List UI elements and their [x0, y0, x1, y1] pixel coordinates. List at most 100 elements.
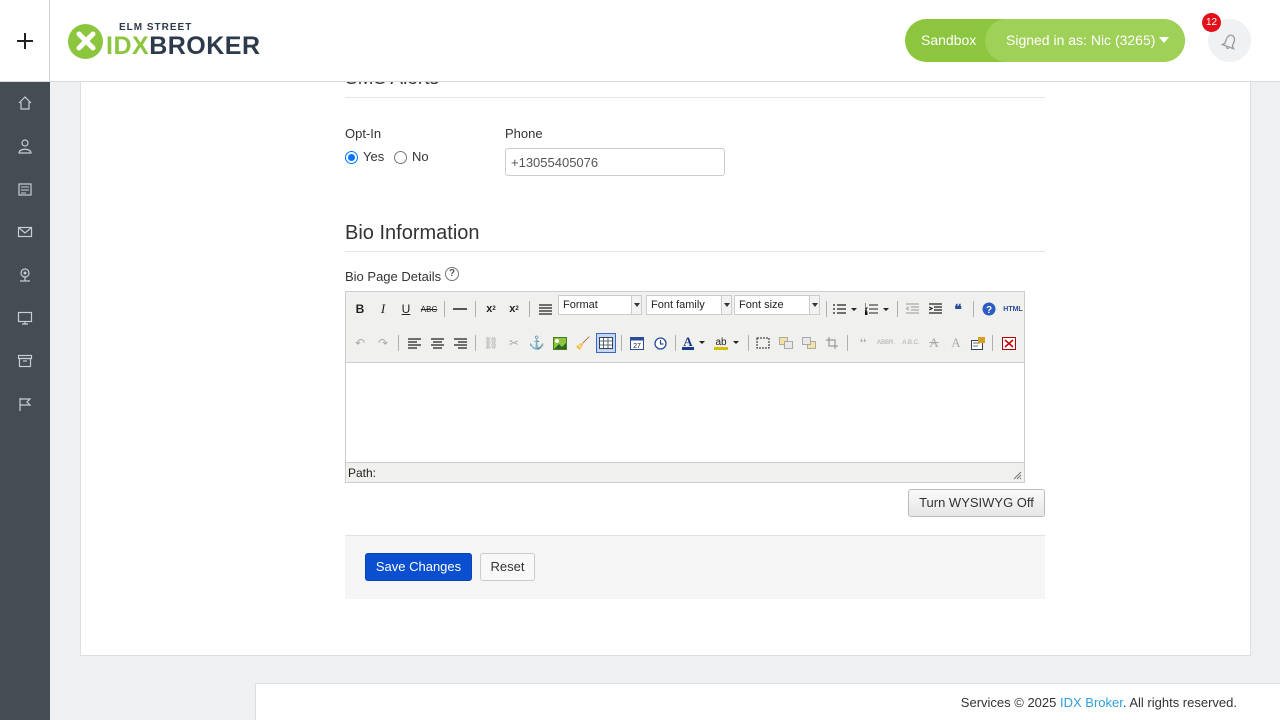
sidebar-item-mail[interactable]: [0, 217, 50, 247]
sidebar-item-home[interactable]: [0, 88, 50, 118]
sidebar-item-archive[interactable]: [0, 346, 50, 376]
redo-icon[interactable]: ↷: [373, 333, 393, 353]
font-family-select-label: Font family: [651, 299, 705, 311]
bold-icon[interactable]: B: [350, 299, 370, 319]
deletion-icon[interactable]: A: [924, 333, 944, 353]
cleanup-icon[interactable]: 🧹: [573, 333, 593, 353]
reset-button[interactable]: Reset: [480, 553, 535, 581]
notification-badge: 12: [1202, 13, 1221, 32]
link-icon[interactable]: ⛓: [481, 333, 501, 353]
phone-label: Phone: [505, 126, 543, 141]
undo-icon[interactable]: ↶: [350, 333, 370, 353]
align-center-icon[interactable]: [427, 333, 447, 353]
flag-icon: [19, 398, 32, 411]
absolute-position-icon[interactable]: [822, 333, 842, 353]
toolbar-separator: [675, 335, 676, 351]
move-forward-icon[interactable]: [776, 333, 796, 353]
italic-icon[interactable]: I: [373, 299, 393, 319]
bell-icon: [1220, 34, 1235, 50]
attributes-icon[interactable]: [968, 333, 988, 353]
page-footer: Services © 2025 IDX Broker. All rights r…: [255, 683, 1280, 720]
format-select[interactable]: Format: [558, 295, 642, 315]
bio-page-details-label: Bio Page Details: [345, 269, 442, 284]
align-right-icon[interactable]: [450, 333, 470, 353]
sidebar-item-users[interactable]: [0, 131, 50, 161]
superscript-icon[interactable]: x2: [504, 299, 524, 319]
account-dropdown[interactable]: Signed in as: Nic (3265): [985, 19, 1185, 62]
idx-broker-logo[interactable]: ELM STREET IDXBROKER: [68, 22, 261, 60]
opt-in-yes-radio[interactable]: [345, 151, 358, 164]
listings-icon: [18, 183, 32, 196]
toolbar-separator: [621, 335, 622, 351]
idx-broker-link[interactable]: IDX Broker: [1060, 695, 1123, 710]
opt-in-no-label[interactable]: No: [412, 149, 429, 164]
help-icon[interactable]: ?: [445, 267, 459, 281]
font-family-select[interactable]: Font family: [646, 295, 732, 315]
add-button[interactable]: [0, 0, 50, 82]
opt-in-label: Opt-In: [345, 126, 382, 141]
sidebar-item-map[interactable]: [0, 260, 50, 290]
insert-date-icon[interactable]: 27: [627, 333, 647, 353]
sidebar-item-website[interactable]: [0, 303, 50, 333]
dropdown-arrow-icon: [631, 296, 641, 314]
sidebar-item-flag[interactable]: [0, 389, 50, 419]
toolbar-separator: [398, 335, 399, 351]
remove-formatting-icon[interactable]: [999, 333, 1019, 353]
subscript-icon[interactable]: x2: [481, 299, 501, 319]
cite-icon[interactable]: ❛❛: [853, 333, 873, 353]
save-changes-button[interactable]: Save Changes: [365, 553, 472, 581]
toolbar-separator: [826, 301, 827, 317]
resize-handle-icon[interactable]: [1013, 471, 1022, 480]
svg-text:?: ?: [986, 305, 992, 316]
image-icon[interactable]: [550, 333, 570, 353]
unlink-icon[interactable]: ✂: [504, 333, 524, 353]
opt-in-yes-label[interactable]: Yes: [363, 149, 384, 164]
monitor-icon: [17, 311, 33, 325]
sidebar-item-listings[interactable]: [0, 174, 50, 204]
editor-path-bar: Path:: [348, 466, 377, 480]
outdent-icon[interactable]: [902, 299, 922, 319]
insert-time-icon[interactable]: [650, 333, 670, 353]
indent-icon[interactable]: [925, 299, 945, 319]
bullet-list-icon[interactable]: [832, 299, 860, 319]
toolbar-separator: [847, 335, 848, 351]
divider: [345, 97, 1045, 98]
insertion-icon[interactable]: A: [946, 333, 966, 353]
mail-icon: [17, 226, 33, 238]
acronym-icon[interactable]: A.B.C.: [899, 333, 923, 353]
phone-input[interactable]: [505, 148, 725, 176]
strikethrough-icon[interactable]: ABC: [419, 299, 439, 319]
anchor-icon[interactable]: ⚓: [527, 333, 547, 353]
html-source-icon[interactable]: HTML: [1001, 299, 1025, 319]
plus-icon: [16, 33, 33, 49]
sidebar: [0, 82, 50, 720]
toolbar-separator: [444, 301, 445, 317]
font-size-select-label: Font size: [739, 299, 784, 311]
top-bar: ELM STREET IDXBROKER Sandbox Signed in a…: [0, 0, 1280, 82]
blockquote-icon[interactable]: ❝: [948, 299, 968, 319]
abbreviation-icon[interactable]: ABBR.: [876, 333, 896, 353]
editor-content-area[interactable]: [346, 362, 1024, 463]
justify-icon[interactable]: [535, 299, 555, 319]
wysiwyg-toggle-button[interactable]: Turn WYSIWYG Off: [908, 489, 1045, 517]
help-circle-icon[interactable]: ?: [979, 299, 999, 319]
sandbox-label[interactable]: Sandbox: [921, 19, 976, 62]
account-pill: Sandbox Signed in as: Nic (3265): [905, 19, 1185, 62]
align-left-icon[interactable]: [404, 333, 424, 353]
font-size-select[interactable]: Font size: [734, 295, 820, 315]
opt-in-no-radio[interactable]: [394, 151, 407, 164]
horizontal-rule-icon[interactable]: [450, 299, 470, 319]
toolbar-separator: [973, 301, 974, 317]
layer-icon[interactable]: [753, 333, 773, 353]
move-backward-icon[interactable]: [799, 333, 819, 353]
highlight-color-icon[interactable]: ab: [713, 333, 743, 353]
svg-text:27: 27: [633, 343, 641, 350]
footer-suffix: . All rights reserved.: [1122, 695, 1237, 710]
numbered-list-icon[interactable]: [864, 299, 892, 319]
underline-icon[interactable]: U: [396, 299, 416, 319]
toolbar-separator: [897, 301, 898, 317]
divider: [345, 251, 1045, 252]
visual-aid-icon[interactable]: [596, 333, 616, 353]
bio-information-heading: Bio Information: [345, 222, 480, 244]
text-color-icon[interactable]: A: [681, 333, 709, 353]
